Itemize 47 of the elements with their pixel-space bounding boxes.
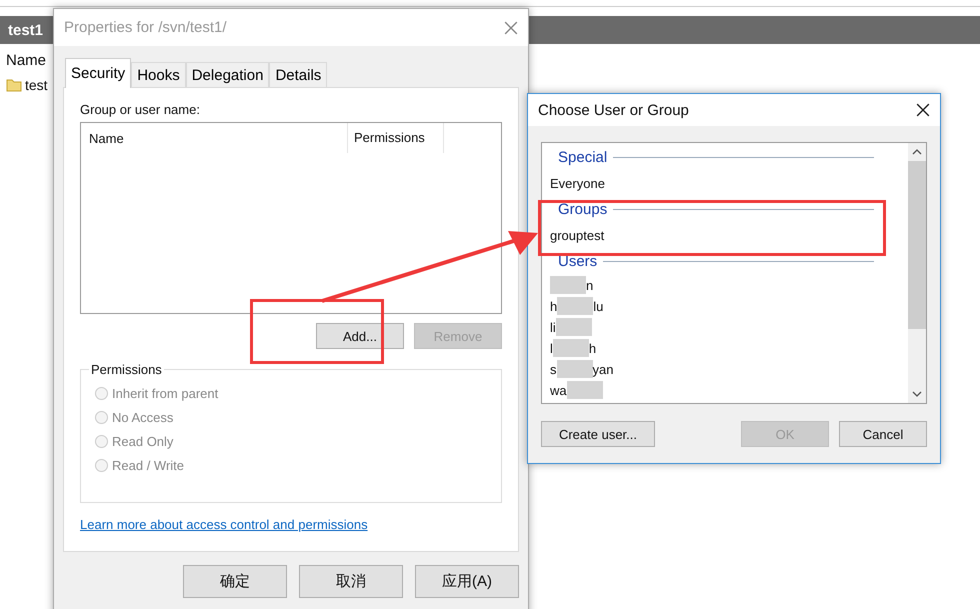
tab[interactable]: Hooks [131,62,186,87]
redaction-mark [556,318,592,336]
user-group-list[interactable]: Special Everyone Groups grouptest Users n h lu li l h s yan wa [541,142,927,404]
tab[interactable]: Delegation [186,62,270,87]
window-title: Choose User or Group [538,102,689,118]
add-button[interactable]: Add... [316,323,404,349]
close-icon[interactable] [916,103,930,117]
list-item[interactable]: l [550,340,553,356]
list-item[interactable]: yan [592,362,614,377]
group-title: Permissions [89,362,164,377]
section-heading: Special [557,149,608,166]
section-heading: Groups [557,201,608,218]
dialog-button[interactable]: Cancel [839,421,927,447]
redaction-mark [550,276,586,294]
dialog-button[interactable]: Create user... [541,421,655,447]
column-header: Name [6,52,48,69]
list-item[interactable]: h [588,340,596,356]
redaction-mark [552,339,589,358]
folder-name[interactable]: test [25,77,48,93]
section-heading: Users [557,253,598,270]
dialog-button[interactable]: 取消 [299,565,403,598]
redaction-mark [566,381,603,400]
scroll-up-icon[interactable] [912,149,922,155]
redaction-mark [557,297,594,316]
column-header: Permissions [347,123,444,153]
column-header: Name [88,130,125,146]
list-item[interactable]: s [550,362,556,377]
list-item[interactable]: h [550,298,558,314]
folder-icon [6,77,22,93]
dialog-button[interactable]: 应用(A) [415,565,519,598]
scroll-down-icon[interactable] [912,391,922,397]
list-item[interactable]: grouptest [550,228,604,244]
user-list[interactable]: Name Permissions [80,122,502,314]
list-item[interactable]: lu [593,298,604,314]
dialog-button[interactable]: 确定 [183,565,287,598]
group-label: Group or user name: [80,102,201,117]
tab[interactable]: Security [65,58,132,88]
help-link[interactable]: Learn more about access control and permissions [80,517,502,532]
scrollbar[interactable] [908,143,926,403]
list-item[interactable]: wa [550,382,567,398]
redaction-mark [556,360,592,378]
list-item[interactable]: Everyone [550,176,605,192]
list-item[interactable]: n [586,278,594,293]
window-title: Properties for /svn/test1/ [64,19,227,36]
list-item[interactable]: li [550,320,556,335]
tab[interactable]: Details [269,62,328,87]
folder-title: test1 [8,22,44,38]
